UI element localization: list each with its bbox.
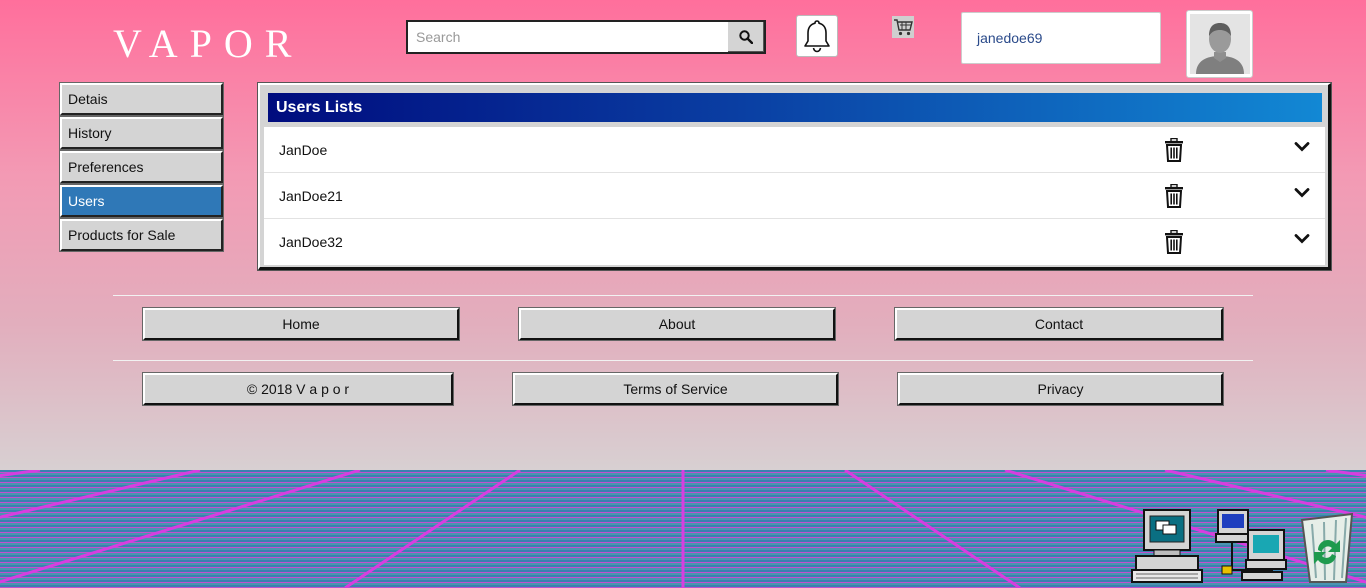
my-computer-icon[interactable]: [1130, 506, 1204, 584]
search-icon: [739, 30, 753, 44]
footer-divider: [113, 295, 1253, 296]
notifications-button[interactable]: [796, 15, 838, 57]
cart-button[interactable]: [892, 16, 914, 38]
user-avatar[interactable]: [1186, 10, 1253, 78]
footer-terms-button[interactable]: Terms of Service: [512, 372, 839, 406]
chevron-down-icon[interactable]: [1294, 233, 1310, 245]
footer-contact-button[interactable]: Contact: [894, 307, 1224, 341]
list-item: JanDoe32: [264, 219, 1325, 265]
footer-about-button[interactable]: About: [518, 307, 836, 341]
search-bar: [406, 20, 766, 54]
sidebar-item-users[interactable]: Users: [59, 184, 224, 218]
footer-privacy-button[interactable]: Privacy: [897, 372, 1224, 406]
chevron-down-icon[interactable]: [1294, 141, 1310, 153]
sidebar-item-preferences[interactable]: Preferences: [59, 150, 224, 184]
footer-divider: [113, 360, 1253, 361]
search-button[interactable]: [726, 22, 764, 52]
trash-icon[interactable]: [1163, 230, 1185, 254]
list-item: JanDoe: [264, 127, 1325, 173]
bell-icon: [804, 20, 830, 53]
recycle-bin-icon[interactable]: [1294, 510, 1360, 584]
search-input[interactable]: [408, 22, 726, 52]
user-name: JanDoe32: [279, 234, 343, 250]
footer-copyright-button[interactable]: © 2018 V a p o r: [142, 372, 454, 406]
trash-icon[interactable]: [1163, 184, 1185, 208]
avatar-placeholder-icon: [1189, 14, 1250, 74]
username-display[interactable]: janedoe69: [961, 12, 1161, 64]
chevron-down-icon[interactable]: [1294, 187, 1310, 199]
sidebar-item-history[interactable]: History: [59, 116, 224, 150]
app-logo[interactable]: VAPOR: [113, 20, 303, 67]
sidebar-item-details[interactable]: Detais: [59, 82, 224, 116]
list-item: JanDoe21: [264, 173, 1325, 219]
sidebar-item-products-for-sale[interactable]: Products for Sale: [59, 218, 224, 252]
network-icon[interactable]: [1212, 508, 1292, 582]
panel-title: Users Lists: [268, 93, 1322, 122]
trash-icon[interactable]: [1163, 138, 1185, 162]
footer-home-button[interactable]: Home: [142, 307, 460, 341]
users-panel: Users Lists JanDoe JanDoe21 JanDoe32: [257, 82, 1332, 271]
user-list: JanDoe JanDoe21 JanDoe32: [264, 127, 1325, 265]
user-name: JanDoe: [279, 141, 328, 158]
shopping-cart-icon: [892, 16, 914, 38]
user-name: JanDoe21: [279, 187, 343, 204]
sidebar-nav: Detais History Preferences Users Product…: [59, 82, 224, 253]
